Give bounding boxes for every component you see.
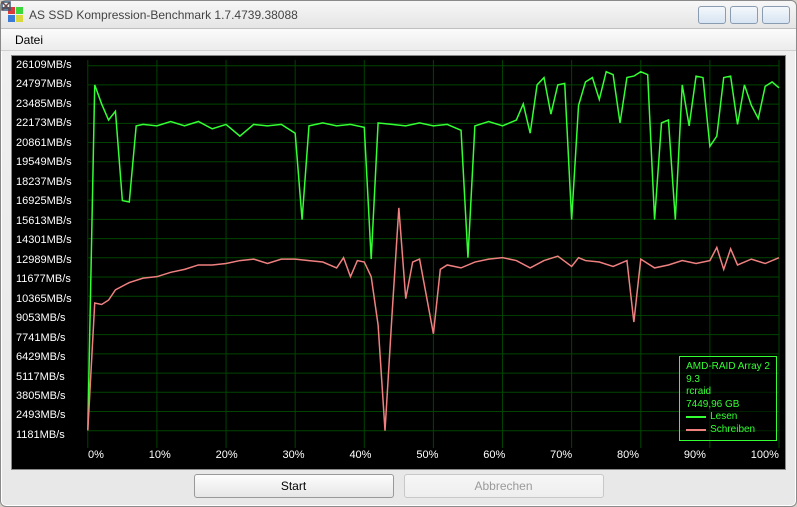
app-window: AS SSD Kompression-Benchmark 1.7.4739.38… <box>0 0 797 507</box>
close-button[interactable] <box>762 6 790 24</box>
y-tick-label: 2493MB/s <box>16 410 86 421</box>
y-tick-label: 11677MB/s <box>16 274 86 285</box>
y-tick-label: 23485MB/s <box>16 99 86 110</box>
legend-drive-name-2: 9.3 <box>686 374 770 387</box>
titlebar: AS SSD Kompression-Benchmark 1.7.4739.38… <box>1 1 796 29</box>
legend-write-label: Schreiben <box>710 424 755 437</box>
legend-drive-name-1: AMD-RAID Array 2 <box>686 361 770 374</box>
start-button[interactable]: Start <box>194 474 394 498</box>
chart-legend: AMD-RAID Array 2 9.3 rcraid 7449,96 GB L… <box>679 356 777 441</box>
y-tick-label: 12989MB/s <box>16 255 86 266</box>
button-row: Start Abbrechen <box>1 474 796 500</box>
x-axis-labels: 0% 10% 20% 30% 40% 50% 60% 70% 80% 90% 100% <box>88 449 779 465</box>
y-tick-label: 7741MB/s <box>16 333 86 344</box>
chart-plot <box>12 56 785 472</box>
menubar: Datei <box>1 29 796 51</box>
x-tick-label: 100% <box>751 449 779 465</box>
legend-write-swatch <box>686 429 706 431</box>
legend-write-row: Schreiben <box>686 424 770 437</box>
x-tick-label: 50% <box>416 449 438 465</box>
y-tick-label: 6429MB/s <box>16 352 86 363</box>
y-tick-label: 26109MB/s <box>16 60 86 71</box>
y-tick-label: 24797MB/s <box>16 79 86 90</box>
window-title: AS SSD Kompression-Benchmark 1.7.4739.38… <box>29 8 698 22</box>
y-tick-label: 10365MB/s <box>16 294 86 305</box>
chart-area: 26109MB/s 24797MB/s 23485MB/s 22173MB/s 2086… <box>11 55 786 470</box>
x-tick-label: 70% <box>550 449 572 465</box>
legend-read-swatch <box>686 416 706 418</box>
maximize-button[interactable] <box>730 6 758 24</box>
legend-size: 7449,96 GB <box>686 399 770 412</box>
y-tick-label: 22173MB/s <box>16 118 86 129</box>
y-tick-label: 1181MB/s <box>16 430 86 441</box>
y-tick-label: 9053MB/s <box>16 313 86 324</box>
window-controls <box>698 6 790 24</box>
y-tick-label: 20861MB/s <box>16 138 86 149</box>
x-tick-label: 10% <box>149 449 171 465</box>
cancel-button: Abbrechen <box>404 474 604 498</box>
x-tick-label: 20% <box>216 449 238 465</box>
x-tick-label: 60% <box>483 449 505 465</box>
legend-driver: rcraid <box>686 386 770 399</box>
x-tick-label: 40% <box>349 449 371 465</box>
x-tick-label: 30% <box>283 449 305 465</box>
minimize-button[interactable] <box>698 6 726 24</box>
x-tick-label: 80% <box>617 449 639 465</box>
y-tick-label: 15613MB/s <box>16 216 86 227</box>
y-tick-label: 18237MB/s <box>16 177 86 188</box>
legend-read-row: Lesen <box>686 411 770 424</box>
y-tick-label: 3805MB/s <box>16 391 86 402</box>
y-tick-label: 14301MB/s <box>16 235 86 246</box>
x-tick-label: 0% <box>88 449 104 465</box>
menu-file[interactable]: Datei <box>9 31 49 49</box>
y-tick-label: 16925MB/s <box>16 196 86 207</box>
y-tick-label: 5117MB/s <box>16 372 86 383</box>
y-axis-labels: 26109MB/s 24797MB/s 23485MB/s 22173MB/s 2086… <box>16 56 86 445</box>
legend-read-label: Lesen <box>710 411 737 424</box>
y-tick-label: 19549MB/s <box>16 157 86 168</box>
x-tick-label: 90% <box>684 449 706 465</box>
